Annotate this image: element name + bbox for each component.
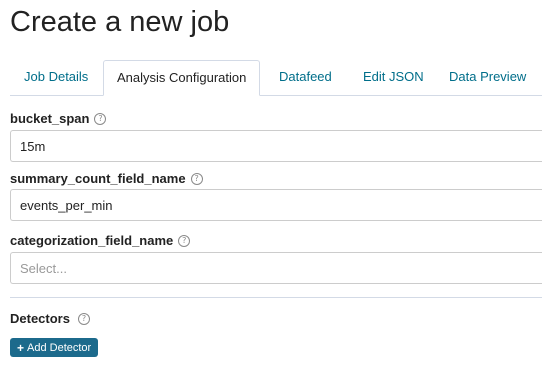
tab-data-preview[interactable]: Data Preview [449,60,526,95]
question-circle-icon[interactable]: ? [77,312,90,325]
categorization-field-name-label: categorization_field_name ? [10,233,191,248]
tab-analysis-configuration[interactable]: Analysis Configuration [103,60,261,96]
summary-count-field-name-input[interactable] [10,189,542,221]
tab-bar-divider [10,95,542,96]
add-detector-button[interactable]: + Add Detector [10,338,99,357]
detectors-label-text: Detectors [10,311,70,326]
question-circle-icon[interactable]: ? [94,112,107,125]
tab-datafeed[interactable]: Datafeed [279,60,332,95]
bucket-span-input[interactable] [10,130,542,162]
bucket-span-label-text: bucket_span [10,111,90,126]
categorization-field-name-select[interactable] [10,252,542,284]
categorization-field-name-label-text: categorization_field_name [10,233,174,248]
create-job-page: Create a new job Job Details Analysis Co… [0,0,542,368]
summary-count-field-name-label: summary_count_field_name ? [10,171,203,186]
tab-bar: Job Details Analysis Configuration Dataf… [0,60,542,96]
bucket-span-label: bucket_span ? [10,111,107,126]
tab-job-details[interactable]: Job Details [24,60,88,95]
page-title: Create a new job [10,6,230,38]
question-circle-icon[interactable]: ? [190,172,203,185]
summary-count-field-name-label-text: summary_count_field_name [10,171,186,186]
detectors-label: Detectors ? [10,311,90,326]
plus-icon: + [17,340,25,355]
section-divider [10,297,542,298]
tab-edit-json[interactable]: Edit JSON [363,60,424,95]
question-circle-icon[interactable]: ? [178,234,191,247]
add-detector-button-label: Add Detector [27,341,92,354]
